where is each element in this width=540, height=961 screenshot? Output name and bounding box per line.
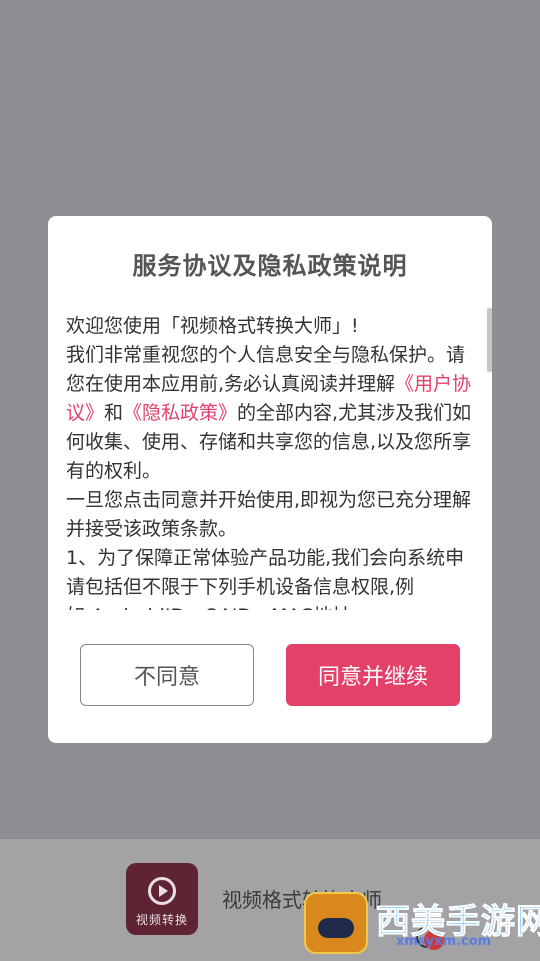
privacy-policy-link[interactable]: 《隐私政策》 bbox=[123, 402, 237, 424]
gamepad-icon bbox=[318, 918, 354, 938]
watermark-logo-icon bbox=[304, 892, 368, 954]
consent-paragraph: 一旦您点击同意并开始使用,即视为您已充分理解并接受该政策条款。 bbox=[66, 489, 472, 540]
policy-paragraph: 我们非常重视您的个人信息安全与隐私保护。请您在使用本应用前,务必认真阅读并理解《… bbox=[66, 341, 476, 486]
app-icon: 视频转换 bbox=[126, 863, 198, 935]
agree-continue-button[interactable]: 同意并继续 bbox=[286, 644, 460, 706]
play-icon bbox=[159, 885, 168, 897]
permissions-paragraph: 1、为了保障正常体验产品功能,我们会向系统申请包括但不限于下列手机设备信息权限,… bbox=[66, 547, 465, 610]
disagree-button[interactable]: 不同意 bbox=[80, 644, 254, 706]
dialog-title: 服务协议及隐私政策说明 bbox=[132, 252, 408, 280]
and-text: 和 bbox=[104, 402, 124, 424]
app-icon-label: 视频转换 bbox=[135, 913, 188, 927]
site-watermark: 西美手游网 xmsyxm.com bbox=[300, 890, 540, 960]
watermark-url: xmsyxm.com bbox=[396, 934, 492, 949]
privacy-dialog: 服务协议及隐私政策说明 欢迎您使用「视频格式转换大师」! 我们非常重视您的个人信… bbox=[48, 216, 492, 743]
welcome-text: 欢迎您使用「视频格式转换大师」! bbox=[66, 315, 359, 337]
dialog-body[interactable]: 欢迎您使用「视频格式转换大师」! 我们非常重视您的个人信息安全与隐私保护。请您在… bbox=[66, 312, 476, 610]
dialog-scrollbar[interactable] bbox=[487, 308, 492, 372]
